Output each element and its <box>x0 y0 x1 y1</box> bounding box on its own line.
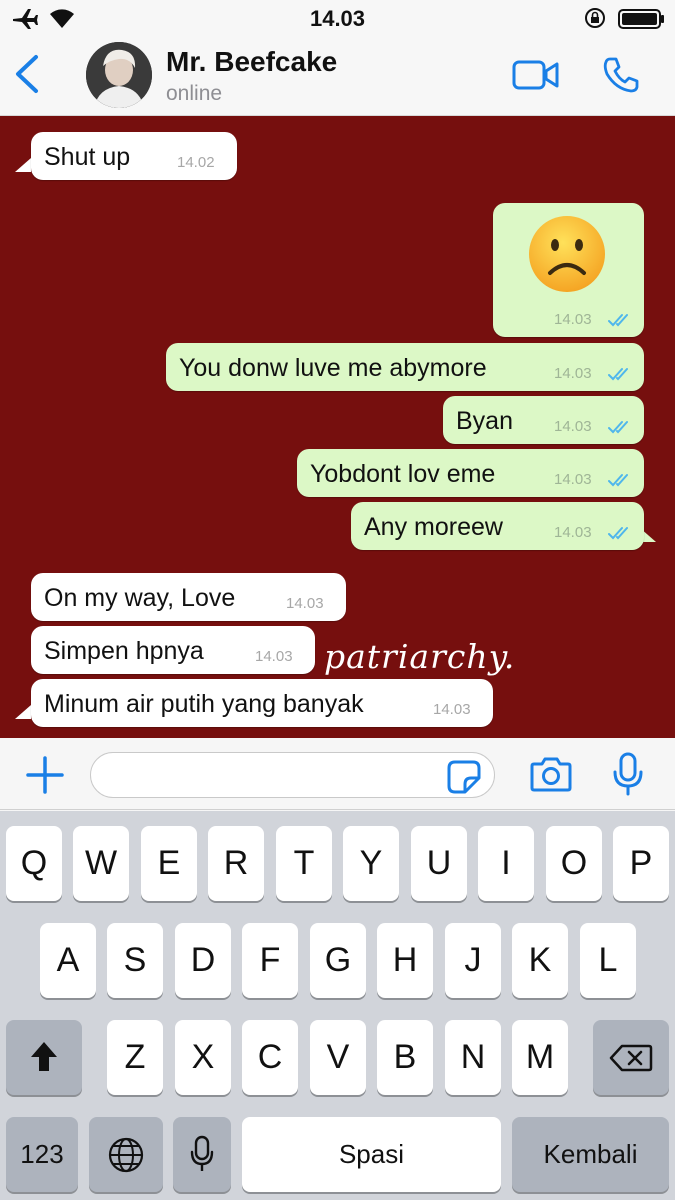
message-bubble-incoming[interactable]: Simpen hpnya 14.03 <box>31 626 315 674</box>
message-time: 14.03 <box>286 595 324 612</box>
message-bubble-incoming[interactable]: Shut up 14.02 <box>31 132 237 180</box>
read-receipt-icon <box>608 421 628 434</box>
message-text: You donw luve me abymore <box>179 354 487 382</box>
globe-icon <box>108 1137 144 1173</box>
message-time: 14.03 <box>433 701 471 718</box>
contact-avatar[interactable] <box>86 42 152 108</box>
back-chevron-icon[interactable] <box>12 54 42 94</box>
message-bubble-incoming[interactable]: Minum air putih yang banyak 14.03 <box>31 679 493 727</box>
message-time: 14.03 <box>554 418 592 435</box>
key-m[interactable]: M <box>512 1020 568 1095</box>
message-bubble-incoming[interactable]: On my way, Love 14.03 <box>31 573 346 621</box>
message-time: 14.03 <box>554 365 592 382</box>
message-time: 14.03 <box>554 524 592 541</box>
message-time: 14.03 <box>554 311 592 328</box>
key-g[interactable]: G <box>310 923 366 998</box>
phone-call-icon[interactable] <box>602 56 640 94</box>
chat-header: Mr. Beefcake online <box>0 36 675 116</box>
battery-icon <box>618 9 664 29</box>
key-b[interactable]: B <box>377 1020 433 1095</box>
key-q[interactable]: Q <box>6 826 62 901</box>
key-x[interactable]: X <box>175 1020 231 1095</box>
key-l[interactable]: L <box>580 923 636 998</box>
frowning-face-emoji <box>529 216 605 292</box>
microphone-icon <box>190 1135 214 1171</box>
key-f[interactable]: F <box>242 923 298 998</box>
microphone-icon[interactable] <box>612 752 644 796</box>
message-time: 14.03 <box>255 648 293 665</box>
message-text: Shut up <box>44 143 131 171</box>
read-receipt-icon <box>608 368 628 381</box>
message-bubble-outgoing[interactable]: You donw luve me abymore 14.03 <box>166 343 644 391</box>
key-k[interactable]: K <box>512 923 568 998</box>
return-key[interactable]: Kembali <box>512 1117 669 1192</box>
avatar-photo <box>86 42 152 108</box>
message-bubble-outgoing[interactable]: Byan 14.03 <box>443 396 644 444</box>
key-s[interactable]: S <box>107 923 163 998</box>
read-receipt-icon <box>608 527 628 540</box>
key-j[interactable]: J <box>445 923 501 998</box>
key-w[interactable]: W <box>73 826 129 901</box>
contact-status: online <box>166 82 223 105</box>
key-v[interactable]: V <box>310 1020 366 1095</box>
watermark-text: patriarchy. <box>324 637 516 676</box>
key-h[interactable]: H <box>377 923 433 998</box>
dictation-key[interactable] <box>173 1117 231 1192</box>
key-r[interactable]: R <box>208 826 264 901</box>
message-bubble-outgoing[interactable]: Any moreew 14.03 <box>351 502 644 550</box>
status-bar: 14.03 <box>0 0 675 36</box>
key-o[interactable]: O <box>546 826 602 901</box>
status-time: 14.03 <box>309 6 366 31</box>
backspace-key[interactable] <box>593 1020 669 1095</box>
video-call-icon[interactable] <box>512 58 560 92</box>
bubble-tail <box>15 158 31 172</box>
key-n[interactable]: N <box>445 1020 501 1095</box>
message-input-field[interactable] <box>90 752 495 798</box>
message-text: Simpen hpnya <box>44 637 204 665</box>
shift-arrow-icon <box>31 1042 57 1071</box>
message-time: 14.02 <box>177 154 215 171</box>
key-i[interactable]: I <box>478 826 534 901</box>
key-d[interactable]: D <box>175 923 231 998</box>
rotation-lock-icon <box>585 8 605 28</box>
key-y[interactable]: Y <box>343 826 399 901</box>
key-p[interactable]: P <box>613 826 669 901</box>
message-text: Minum air putih yang banyak <box>44 690 364 718</box>
keyboard: Q W E R T Y U I O P A S D F G H J K L Z … <box>0 811 675 1200</box>
globe-key[interactable] <box>89 1117 163 1192</box>
key-a[interactable]: A <box>40 923 96 998</box>
shift-key[interactable] <box>6 1020 82 1095</box>
space-key[interactable]: Spasi <box>242 1117 501 1192</box>
message-input-bar <box>0 738 675 810</box>
message-text: Any moreew <box>364 513 503 541</box>
camera-icon[interactable] <box>530 756 572 792</box>
message-text: Byan <box>456 407 513 435</box>
sticker-icon[interactable] <box>447 760 481 794</box>
backspace-icon <box>609 1044 653 1072</box>
key-t[interactable]: T <box>276 826 332 901</box>
contact-name[interactable]: Mr. Beefcake <box>166 46 337 78</box>
read-receipt-icon <box>608 474 628 487</box>
message-time: 14.03 <box>554 471 592 488</box>
key-e[interactable]: E <box>141 826 197 901</box>
message-bubble-outgoing[interactable]: Yobdont lov eme 14.03 <box>297 449 644 497</box>
read-receipt-icon <box>608 314 628 327</box>
numbers-key[interactable]: 123 <box>6 1117 78 1192</box>
key-z[interactable]: Z <box>107 1020 163 1095</box>
key-c[interactable]: C <box>242 1020 298 1095</box>
plus-icon[interactable] <box>26 756 64 794</box>
message-text: Yobdont lov eme <box>310 460 496 488</box>
chat-area[interactable]: Shut up 14.02 14.03 You donw luve me aby… <box>0 116 675 738</box>
message-text: On my way, Love <box>44 584 236 612</box>
key-u[interactable]: U <box>411 826 467 901</box>
bubble-tail <box>15 705 31 719</box>
message-bubble-outgoing[interactable]: 14.03 <box>493 203 644 337</box>
